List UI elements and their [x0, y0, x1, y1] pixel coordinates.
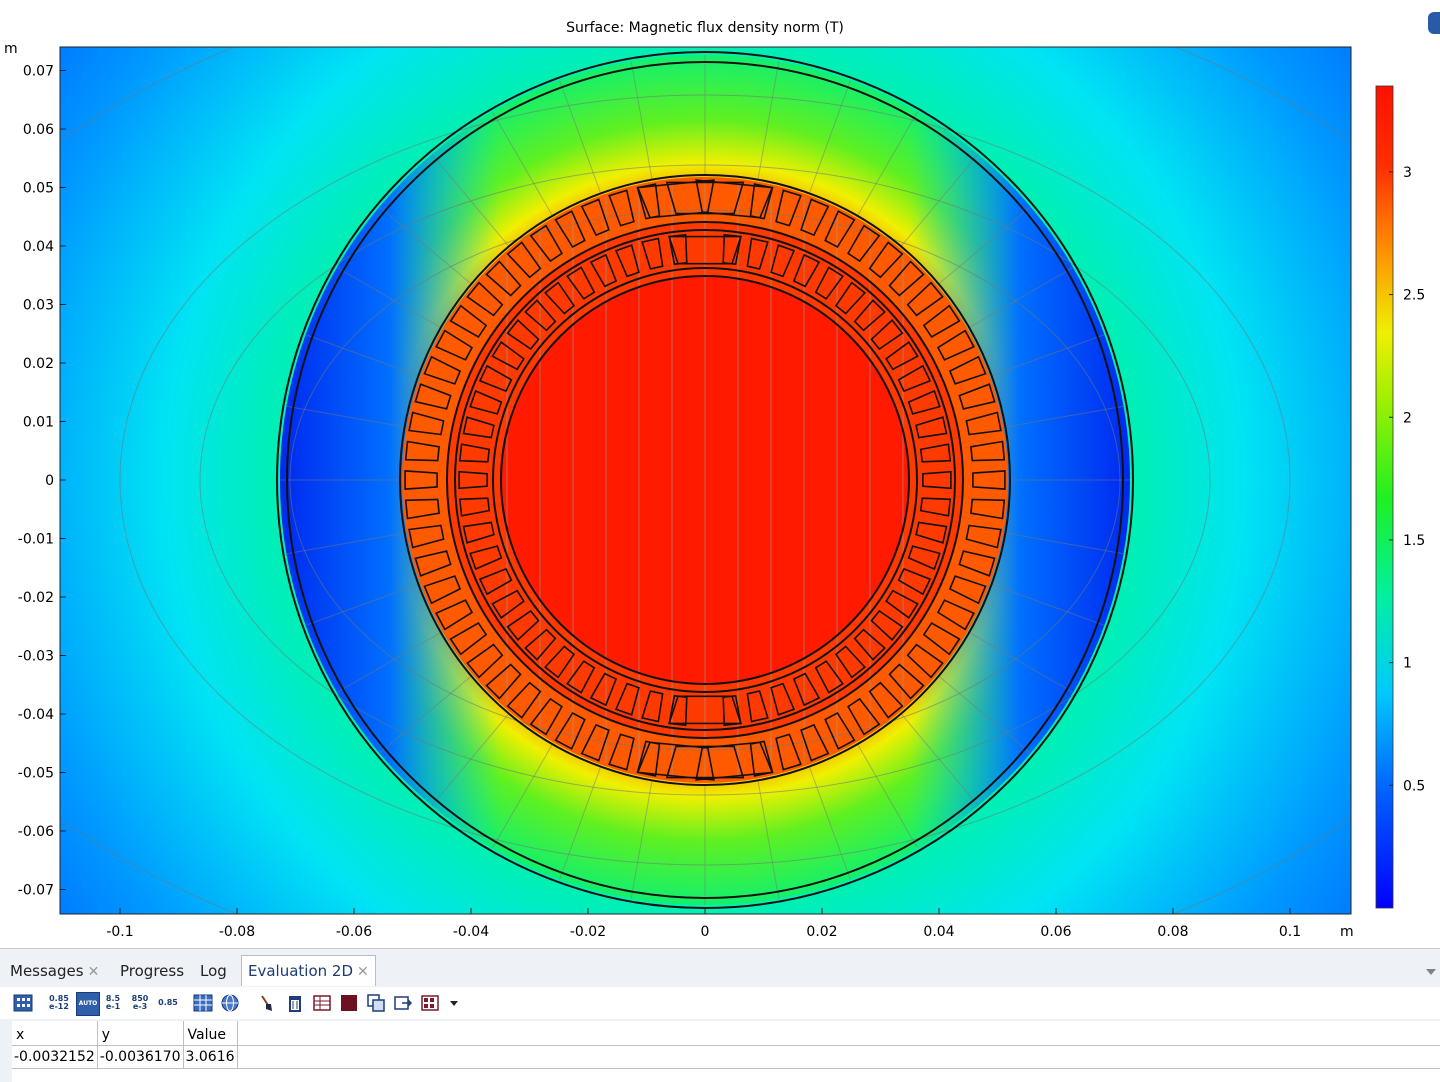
- y-tick-label: 0.01: [23, 415, 54, 431]
- colorbar: [1375, 85, 1394, 909]
- brush-icon[interactable]: [256, 992, 278, 1014]
- plot-table-icon[interactable]: [419, 992, 441, 1014]
- column-header-value[interactable]: Value: [183, 1021, 238, 1046]
- decimal-icon-label: 0.85: [158, 998, 178, 1007]
- column-header-y[interactable]: y: [97, 1021, 184, 1046]
- x-tick-label: 0.04: [923, 924, 954, 940]
- colorbar-tick-label: 3: [1403, 165, 1412, 181]
- engineering-icon-bottom: e-1: [105, 1002, 121, 1011]
- colorbar-tick-label: 2: [1403, 410, 1412, 426]
- chevron-down-icon[interactable]: [443, 992, 465, 1014]
- table-row[interactable]: -0.0032152 -0.0036170 3.0616: [12, 1045, 1440, 1069]
- close-icon[interactable]: ✕: [88, 964, 100, 980]
- bottom-panel: Messages ✕ Progress Log Evaluation 2D ✕ 0.…: [0, 948, 1440, 1082]
- precision-icon[interactable]: 0.85 e-12: [48, 992, 70, 1014]
- scientific-icon-bottom: e-3: [132, 1002, 148, 1011]
- tab-log-label: Log: [200, 962, 227, 980]
- y-tick-label: -0.01: [18, 532, 54, 548]
- x-tick-label: 0: [701, 924, 710, 940]
- y-tick-label: 0.04: [23, 239, 54, 255]
- tab-evaluation-2d[interactable]: Evaluation 2D ✕: [241, 955, 376, 986]
- column-filler: [237, 1021, 1440, 1046]
- y-tick-label: -0.05: [18, 766, 54, 782]
- y-tick-label: 0: [45, 473, 54, 489]
- stop-icon[interactable]: [338, 992, 360, 1014]
- graphics-toolbar-icon[interactable]: [1428, 12, 1440, 34]
- x-tick-label: 0.08: [1157, 924, 1188, 940]
- colorbar-tick-label: 1: [1403, 656, 1412, 672]
- y-axis-unit: m: [4, 41, 18, 57]
- y-tick-label: 0.03: [23, 298, 54, 314]
- tab-progress-label: Progress: [120, 962, 185, 980]
- scientific-notation-icon[interactable]: 850 e-3: [129, 992, 151, 1014]
- table-grid-icon[interactable]: [12, 992, 34, 1014]
- cell-x[interactable]: -0.0032152: [12, 1045, 98, 1069]
- x-tick-label: -0.06: [336, 924, 372, 940]
- decimal-notation-icon[interactable]: 0.85: [157, 992, 179, 1014]
- colorbar-tick-label: 1.5: [1403, 533, 1425, 549]
- auto-notation-label: AUTO: [78, 1000, 98, 1007]
- column-header-x[interactable]: x: [12, 1021, 98, 1046]
- x-tick-label: -0.04: [453, 924, 489, 940]
- y-tick-label: -0.03: [18, 649, 54, 665]
- chevron-down-icon[interactable]: [1426, 969, 1436, 975]
- plot-canvas[interactable]: m m 0.07 0.06 0.05 0.04 0.03 0.02 0.01 0 -0.01 -0…: [0, 0, 1440, 948]
- colorbar-tick-label: 2.5: [1403, 288, 1425, 304]
- globe-icon[interactable]: [219, 992, 241, 1014]
- tab-evaluation-2d-label: Evaluation 2D: [248, 962, 354, 980]
- engineering-notation-icon[interactable]: 8.5 e-1: [102, 992, 124, 1014]
- auto-notation-icon[interactable]: AUTO: [76, 992, 100, 1016]
- tab-messages-label: Messages: [10, 962, 84, 980]
- cell-y[interactable]: -0.0036170: [97, 1045, 184, 1069]
- export-icon[interactable]: [392, 992, 414, 1014]
- trash-icon[interactable]: [284, 992, 306, 1014]
- y-tick-label: -0.02: [18, 590, 54, 606]
- y-tick-label: 0.07: [23, 64, 54, 80]
- table-export-icon[interactable]: [311, 992, 333, 1014]
- full-precision-icon[interactable]: [192, 992, 214, 1014]
- plot-title: Surface: Magnetic flux density norm (T): [566, 20, 844, 36]
- tab-messages[interactable]: Messages ✕: [4, 958, 105, 985]
- tab-log[interactable]: Log: [194, 958, 233, 985]
- y-tick-label: 0.02: [23, 356, 54, 372]
- evaluation-table: x y Value -0.0032152 -0.0036170 3.0616: [12, 1021, 1440, 1082]
- close-icon[interactable]: ✕: [357, 964, 369, 980]
- y-tick-label: -0.04: [18, 707, 54, 723]
- x-tick-label: -0.08: [219, 924, 255, 940]
- x-tick-label: 0.02: [806, 924, 837, 940]
- x-tick-label: -0.02: [570, 924, 606, 940]
- x-axis-unit: m: [1340, 924, 1354, 940]
- y-tick-label: 0.05: [23, 181, 54, 197]
- tab-strip: Messages ✕ Progress Log Evaluation 2D ✕: [0, 955, 1440, 986]
- y-tick-label: -0.07: [18, 883, 54, 899]
- x-tick-label: 0.1: [1279, 924, 1301, 940]
- precision-icon-bottom: e-12: [49, 1002, 69, 1011]
- x-tick-label: -0.1: [106, 924, 133, 940]
- cell-filler: [237, 1045, 1440, 1069]
- copy-table-icon[interactable]: [365, 992, 387, 1014]
- plot-window: m m 0.07 0.06 0.05 0.04 0.03 0.02 0.01 0 -0.01 -0…: [0, 0, 1440, 948]
- tab-progress[interactable]: Progress: [114, 958, 190, 985]
- cell-value[interactable]: 3.0616: [183, 1045, 238, 1069]
- x-tick-label: 0.06: [1040, 924, 1071, 940]
- y-tick-label: -0.06: [18, 824, 54, 840]
- table-header-row: x y Value: [12, 1021, 1440, 1046]
- colorbar-tick-label: 0.5: [1403, 778, 1425, 794]
- evaluation-toolbar: 0.85 e-12 AUTO 8.5 e-1 850 e-3 0.85: [0, 987, 1440, 1019]
- y-tick-label: 0.06: [23, 122, 54, 138]
